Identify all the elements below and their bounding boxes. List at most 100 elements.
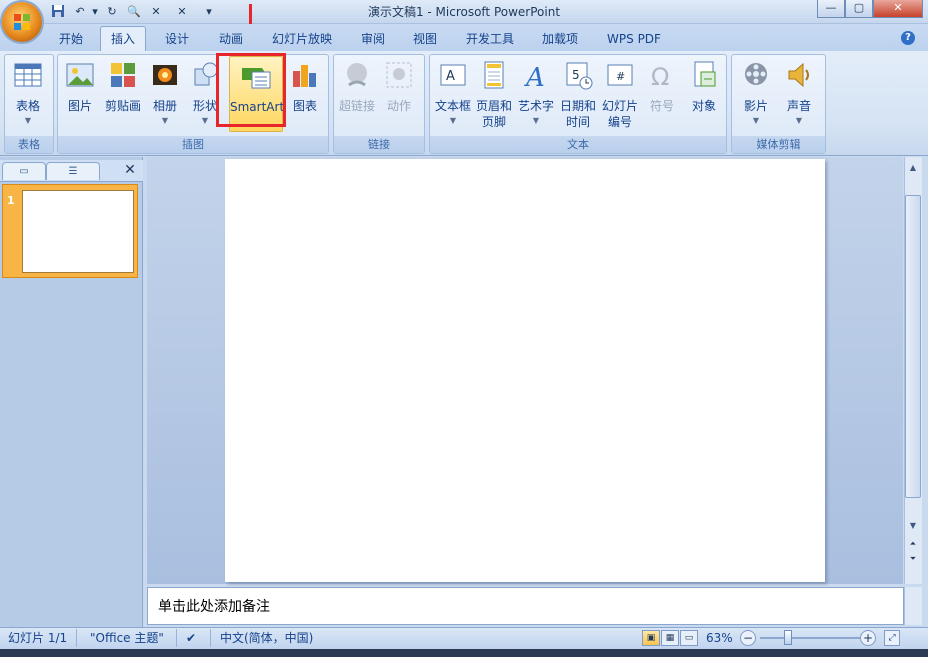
office-logo-icon	[14, 14, 30, 30]
action-icon	[386, 62, 412, 88]
clipart-icon	[111, 63, 135, 87]
tab-animations[interactable]: 动画	[208, 27, 254, 51]
slideshow-view-icon[interactable]: ▭	[680, 630, 698, 646]
tab-view[interactable]: 视图	[402, 27, 448, 51]
status-separator	[210, 629, 211, 647]
header-footer-label-1: 页眉和	[475, 99, 512, 113]
minimize-button[interactable]: —	[817, 0, 845, 18]
svg-text:A: A	[524, 63, 545, 91]
previous-slide-icon[interactable]: ⏶	[905, 537, 921, 551]
action-button[interactable]: 动作	[380, 56, 418, 136]
group-label-table: 表格	[5, 136, 53, 153]
movie-button[interactable]: 影片 ▼	[736, 56, 776, 136]
tab-home[interactable]: 开始	[48, 27, 94, 51]
wordart-button[interactable]: A 艺术字 ▼	[516, 56, 556, 136]
zoom-in-icon[interactable]: +	[860, 630, 876, 646]
chart-icon	[293, 65, 316, 87]
header-footer-icon	[484, 61, 504, 89]
delete-icon[interactable]: ✕	[148, 4, 164, 20]
hyperlink-button-label: 超链接	[338, 99, 375, 113]
save-icon[interactable]	[50, 4, 66, 20]
help-icon[interactable]: ?	[901, 31, 915, 45]
globe-link-icon	[347, 63, 367, 87]
symbol-button-label: 符号	[649, 99, 674, 113]
next-slide-icon[interactable]: ⏷	[905, 552, 921, 566]
scroll-up-icon[interactable]: ▲	[905, 160, 921, 176]
zoom-out-icon[interactable]: −	[740, 630, 756, 646]
header-footer-button[interactable]: 页眉和 页脚	[474, 56, 514, 136]
omega-icon: Ω	[651, 63, 669, 91]
object-button[interactable]: 对象	[684, 56, 724, 136]
redo-icon[interactable]: ↻	[104, 4, 120, 20]
picture-button[interactable]: 图片	[61, 56, 99, 136]
zoom-slider-track[interactable]	[760, 637, 860, 639]
outline-tab-icon[interactable]: ☰	[46, 162, 100, 180]
close-icon[interactable]: ✕	[121, 161, 139, 179]
scroll-down-icon[interactable]: ▼	[905, 518, 921, 534]
slides-tab-icon[interactable]: ▭	[2, 162, 46, 180]
clipart-button[interactable]: 剪贴画	[101, 56, 145, 136]
status-language: 中文(简体，中国)	[220, 631, 314, 645]
calendar-icon: 5	[566, 62, 593, 90]
slide-number-icon: #	[607, 64, 633, 86]
movie-button-label: 影片	[743, 99, 768, 113]
slide-sorter-view-icon[interactable]: ▦	[661, 630, 679, 646]
photo-album-button-label: 相册	[152, 99, 177, 113]
clipart-button-label: 剪贴画	[104, 99, 141, 113]
undo-icon[interactable]: ↶	[72, 4, 88, 20]
textbox-button-label: 文本框	[434, 99, 471, 113]
fit-to-window-icon[interactable]: ⤢	[884, 630, 900, 646]
undo-dropdown-icon[interactable]: ▾	[90, 4, 100, 20]
zoom-slider-thumb[interactable]	[784, 630, 792, 645]
customize-qat-icon[interactable]: ▾	[203, 4, 215, 20]
tab-review[interactable]: 审阅	[350, 27, 396, 51]
chevron-down-icon: ▼	[795, 116, 803, 125]
action-button-label: 动作	[386, 99, 411, 113]
slide-number-button[interactable]: # 幻灯片 编号	[600, 56, 640, 136]
tab-slideshow[interactable]: 幻灯片放映	[262, 27, 342, 51]
zoom-level[interactable]: 63%	[706, 630, 733, 646]
scrollbar-thumb[interactable]	[905, 195, 921, 498]
group-label-media: 媒体剪辑	[732, 136, 825, 153]
tab-insert[interactable]: 插入	[100, 26, 146, 52]
maximize-button[interactable]: ▢	[845, 0, 873, 18]
wordart-button-label: 艺术字	[517, 99, 554, 113]
status-separator	[176, 629, 177, 647]
header-footer-label-2: 页脚	[481, 115, 506, 129]
table-button-label: 表格	[15, 99, 40, 113]
spell-check-icon[interactable]: ✔	[186, 630, 206, 646]
tab-developer[interactable]: 开发工具	[456, 27, 524, 51]
textbox-button[interactable]: A 文本框 ▼	[433, 56, 473, 136]
office-button[interactable]	[2, 2, 42, 42]
close-file-icon[interactable]: ✕	[174, 4, 190, 20]
print-preview-icon[interactable]: 🔍	[126, 4, 142, 20]
close-button[interactable]: ✕	[873, 0, 923, 18]
textbox-icon: A	[440, 64, 466, 86]
slide-thumbnail[interactable]	[22, 190, 134, 273]
group-label-illustrations: 插图	[58, 136, 328, 153]
speaker-icon	[788, 62, 809, 88]
chevron-down-icon: ▼	[449, 116, 457, 125]
table-button[interactable]: 表格 ▼	[8, 56, 48, 136]
symbol-button[interactable]: Ω 符号	[642, 56, 682, 136]
chevron-down-icon: ▼	[24, 116, 32, 125]
slide-canvas[interactable]	[225, 159, 825, 582]
datetime-label-2: 时间	[565, 115, 590, 129]
hyperlink-button[interactable]: 超链接	[337, 56, 377, 136]
photo-album-button[interactable]: 相册 ▼	[146, 56, 184, 136]
chevron-down-icon: ▼	[752, 116, 760, 125]
tab-wps-pdf[interactable]: WPS PDF	[598, 27, 670, 51]
slide-number-label-1: 幻灯片	[601, 99, 638, 113]
datetime-button[interactable]: 5 日期和 时间	[558, 56, 598, 136]
picture-icon	[66, 63, 94, 87]
sound-button[interactable]: 声音 ▼	[779, 56, 819, 136]
slide-thumbnail-number: 1	[7, 194, 15, 207]
svg-text:#: #	[616, 70, 625, 83]
svg-text:Ω: Ω	[651, 63, 669, 91]
normal-view-icon[interactable]: ▣	[642, 630, 660, 646]
status-slide-count: 幻灯片 1/1	[8, 631, 68, 645]
chart-button[interactable]: 图表	[286, 56, 324, 136]
tab-design[interactable]: 设计	[154, 27, 200, 51]
tab-addins[interactable]: 加载项	[532, 27, 588, 51]
notes-scrollbar[interactable]	[904, 587, 922, 625]
